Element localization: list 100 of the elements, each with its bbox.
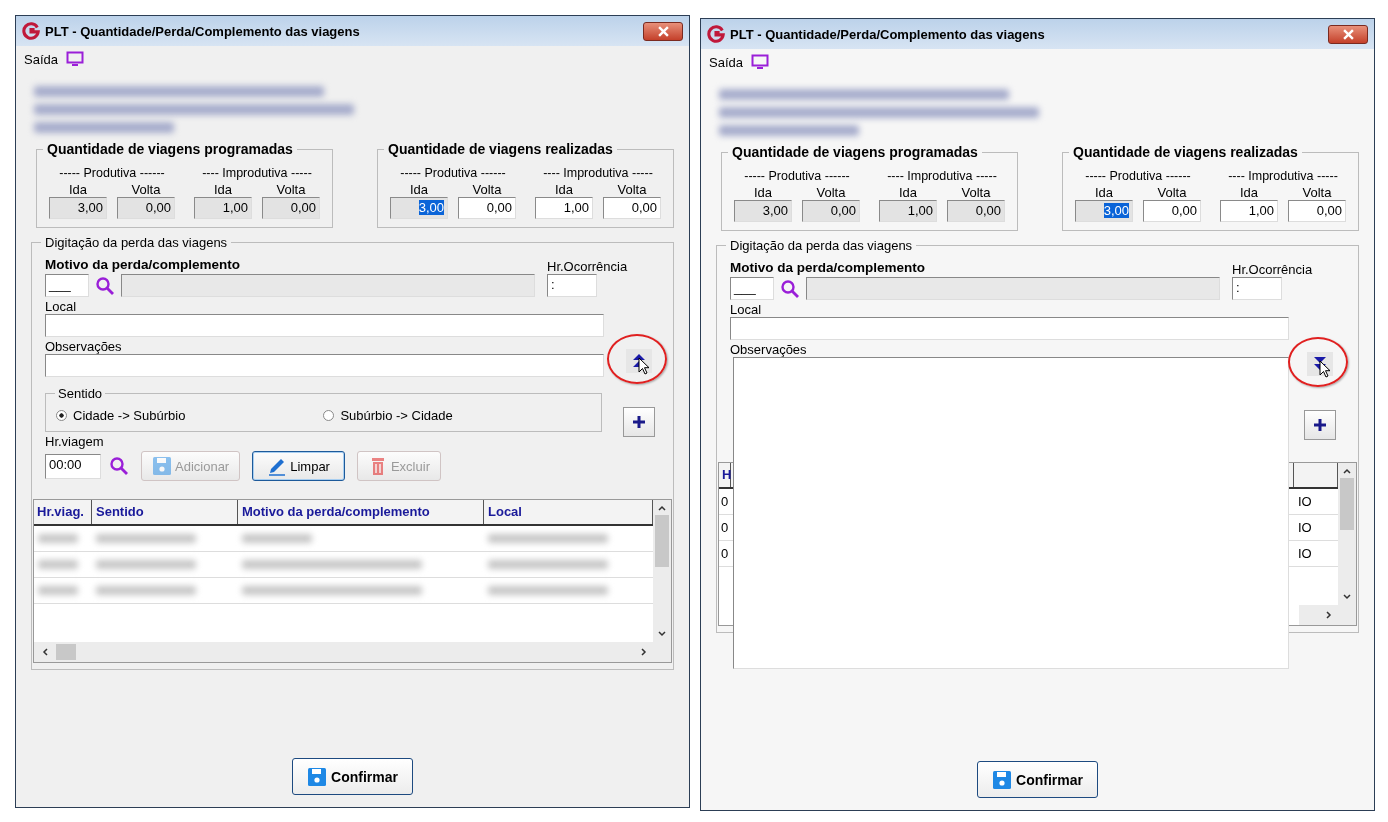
horizontal-scrollbar[interactable]: [34, 642, 671, 662]
field-label: Ida: [409, 182, 429, 197]
column-header[interactable]: Motivo da perda/complemento: [238, 500, 484, 524]
group-title: Digitação da perda das viagens: [726, 238, 917, 253]
vertical-scrollbar[interactable]: [653, 500, 671, 642]
number-field[interactable]: 1,00: [535, 197, 593, 219]
input-field[interactable]: [730, 317, 1289, 340]
group-title: Quantidade de viagens programadas: [728, 144, 982, 160]
input-field[interactable]: [45, 314, 604, 337]
close-icon: [657, 25, 669, 37]
notes-field[interactable]: [45, 354, 604, 377]
monitor-icon[interactable]: [66, 51, 84, 67]
notes-field[interactable]: [733, 357, 1289, 669]
group-title: Quantidade de viagens programadas: [43, 141, 297, 157]
add-button[interactable]: [1304, 410, 1337, 440]
field-label: Volta: [1157, 185, 1187, 200]
plus-icon: [632, 415, 646, 429]
section-label: ----- Produtiva ------: [1085, 169, 1191, 183]
code-field[interactable]: ___: [730, 277, 774, 300]
field-label: Volta: [816, 185, 846, 200]
column-header[interactable]: Sentido: [92, 500, 238, 524]
blurred-text: [242, 534, 312, 543]
app-logo-icon: [707, 25, 725, 43]
close-button[interactable]: [1328, 24, 1368, 44]
search-icon[interactable]: [109, 456, 129, 476]
chevron-down-icon[interactable]: [1342, 592, 1352, 602]
chevron-down-icon[interactable]: [657, 629, 667, 639]
add-button[interactable]: [623, 407, 655, 437]
field-label: Observações: [730, 342, 808, 357]
section-label: ----- Produtiva ------: [744, 169, 850, 183]
mouse-cursor-icon: [638, 357, 650, 375]
time-field[interactable]: 00:00: [45, 453, 101, 479]
confirm-button[interactable]: Confirmar: [977, 761, 1098, 798]
field-label: Ida: [213, 182, 233, 197]
field-label: Observações: [45, 339, 123, 354]
mouse-cursor-icon: [1319, 360, 1332, 378]
action-button[interactable]: Limpar: [252, 451, 345, 481]
number-field[interactable]: 0,00: [458, 197, 516, 219]
field-label: Volta: [472, 182, 502, 197]
pencil-icon: [267, 456, 288, 476]
group-title: Sentido: [55, 386, 106, 401]
number-field[interactable]: 0,00: [1288, 200, 1346, 222]
close-button[interactable]: [643, 21, 683, 41]
field-label: Hr.Ocorrência: [1232, 262, 1313, 277]
section-label: ---- Improdutiva -----: [202, 166, 312, 180]
section-label: ---- Improdutiva -----: [543, 166, 653, 180]
field-label: Volta: [961, 185, 991, 200]
vertical-scrollbar[interactable]: [1338, 463, 1356, 605]
field-label: Volta: [617, 182, 647, 197]
chevron-left-icon[interactable]: [40, 647, 50, 657]
confirm-button[interactable]: Confirmar: [292, 758, 413, 795]
close-icon: [1342, 28, 1354, 40]
scrollbar-thumb[interactable]: [655, 515, 669, 567]
table-cell-text: IO: [1297, 493, 1313, 511]
number-field[interactable]: 0,00: [603, 197, 661, 219]
field-label: Volta: [1302, 185, 1332, 200]
radio-option[interactable]: Cidade -> Subúrbio: [56, 408, 186, 423]
chevron-up-icon[interactable]: [1342, 466, 1352, 476]
field-label: Hr.Ocorrência: [547, 259, 628, 274]
section-label: ----- Produtiva ------: [400, 166, 506, 180]
group-title: Digitação da perda das viagens: [41, 235, 232, 250]
section-label: ---- Improdutiva -----: [887, 169, 997, 183]
code-field[interactable]: ___: [45, 274, 89, 297]
field-label: Hr.viagem: [45, 434, 105, 449]
group-title: Quantidade de viagens realizadas: [1069, 144, 1302, 160]
field-label: Ida: [68, 182, 88, 197]
field-label: Ida: [554, 182, 574, 197]
field-label: Local: [730, 302, 763, 317]
menu-item[interactable]: Saída: [709, 54, 743, 70]
app-logo-icon: [22, 22, 40, 40]
scrollbar-thumb[interactable]: [1340, 478, 1354, 530]
chevron-right-icon[interactable]: [639, 647, 649, 657]
table-cell-text: 0: [720, 493, 730, 511]
radio-option[interactable]: Subúrbio -> Cidade: [323, 408, 453, 423]
radio-button[interactable]: [323, 410, 335, 421]
table-cell-text: IO: [1297, 545, 1313, 563]
table-cell-text: 0: [720, 545, 730, 563]
radio-button[interactable]: [56, 410, 67, 421]
number-field[interactable]: 1,00: [1220, 200, 1278, 222]
search-icon[interactable]: [780, 278, 800, 299]
group-title: Quantidade de viagens realizadas: [384, 141, 617, 157]
time-field[interactable]: :: [547, 274, 597, 297]
column-header[interactable]: Hr.viag.: [34, 500, 92, 524]
menu-item[interactable]: Saída: [24, 51, 58, 67]
horizontal-scrollbar[interactable]: [1299, 605, 1356, 625]
table-cell-text: IO: [1297, 519, 1313, 537]
field-label: Local: [45, 299, 78, 314]
monitor-icon[interactable]: [751, 54, 769, 70]
scrollbar-thumb[interactable]: [56, 644, 76, 660]
section-label: ----- Produtiva ------: [59, 166, 165, 180]
plus-icon: [1313, 418, 1328, 432]
chevron-up-icon[interactable]: [657, 503, 667, 513]
section-label: ---- Improdutiva -----: [1228, 169, 1338, 183]
number-field[interactable]: 0,00: [1143, 200, 1201, 222]
field-label: Volta: [276, 182, 306, 197]
field-label: Motivo da perda/complemento: [730, 260, 927, 275]
chevron-right-icon[interactable]: [1324, 610, 1334, 620]
time-field[interactable]: :: [1232, 277, 1282, 300]
search-icon[interactable]: [95, 275, 115, 296]
field-label: Ida: [753, 185, 773, 200]
